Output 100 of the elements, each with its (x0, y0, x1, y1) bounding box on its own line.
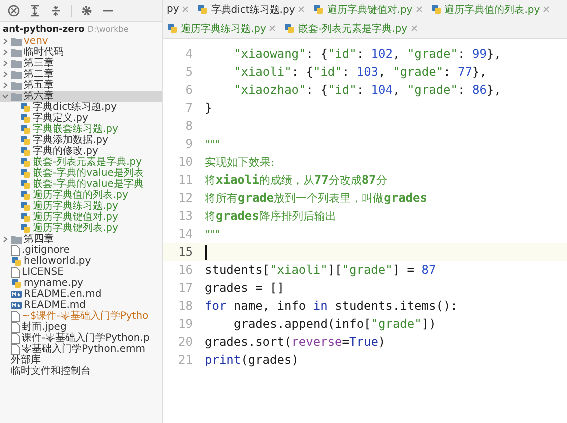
editor-tab[interactable]: 遍历字典键值对.py (309, 0, 427, 19)
line-number: 8 (184, 119, 194, 133)
project-name: ant-python-zero (3, 24, 85, 36)
tree-item[interactable]: myname.py (0, 278, 162, 289)
line-number: 5 (184, 65, 194, 79)
line-number: 20 (178, 335, 194, 349)
chevron-right-icon[interactable] (2, 82, 9, 89)
tree-item[interactable]: 字典dict练习题.py (0, 102, 162, 113)
markdown-file-icon (11, 300, 22, 311)
tree-item[interactable]: 零基础入门学Python.emm (0, 344, 162, 355)
python-file-icon (20, 146, 31, 157)
folder-icon (11, 37, 22, 46)
tree-item[interactable]: 嵌套-字典的value是列表 (0, 168, 162, 179)
line-number: 6 (184, 83, 194, 97)
tree-item[interactable]: 第六章 (0, 91, 162, 102)
folder-icon (11, 92, 22, 101)
tree-item[interactable]: 遍历字典键值对.py (0, 212, 162, 223)
file-icon (11, 311, 20, 322)
editor-tab[interactable]: py (163, 0, 194, 19)
code-line: grades.append(info["grade"]) (234, 317, 436, 331)
python-file-icon (20, 212, 31, 223)
tree-item[interactable]: README.en.md (0, 289, 162, 300)
python-file-icon (20, 179, 31, 190)
chevron-right-icon[interactable] (2, 71, 9, 78)
line-number: 15 (178, 245, 194, 259)
markdown-file-icon (11, 289, 22, 300)
settings-icon[interactable] (81, 4, 93, 16)
python-file-icon (313, 4, 324, 15)
tree-item[interactable]: 第二章 (0, 69, 162, 80)
code-line: for name, info in students.items(): (205, 299, 458, 313)
line-number: 4 (184, 47, 194, 61)
python-file-icon (20, 113, 31, 124)
editor-tab[interactable]: 遍历字典值的列表.py (426, 0, 554, 19)
editor-tab[interactable]: 嵌套-列表元素是字典.py (280, 19, 422, 38)
editor-tab[interactable]: 遍历字典练习题.py (163, 19, 280, 38)
tree-item[interactable]: .gitignore (0, 245, 162, 256)
python-file-icon (20, 201, 31, 212)
python-file-icon (167, 23, 178, 34)
tree-item[interactable]: LICENSE (0, 267, 162, 278)
collapse-all-icon[interactable] (50, 4, 62, 16)
line-number: 11 (178, 173, 194, 187)
tree-item[interactable]: 第五章 (0, 80, 162, 91)
tree-item[interactable]: 遍历字典值的列表.py (0, 190, 162, 201)
docstring-line: 将所有grade放到一个列表里，叫做grades (205, 190, 428, 206)
tree-item[interactable]: README.md (0, 300, 162, 311)
folder-icon (11, 70, 22, 79)
locate-icon[interactable] (8, 4, 20, 16)
tree-item[interactable]: 字典的修改.py (0, 146, 162, 157)
chevron-right-icon[interactable] (2, 49, 9, 56)
code-line: grades.sort(reverse=True) (205, 335, 386, 349)
project-path: D:\workbe (88, 24, 129, 36)
python-file-icon (20, 190, 31, 201)
folder-icon (11, 59, 22, 68)
docstring-line: 将xiaoli的成绩，从77分改成87分 (205, 172, 388, 188)
docstring-line: """ (205, 227, 220, 241)
line-number: 10 (178, 155, 194, 169)
tree-item[interactable]: 字典定义.py (0, 113, 162, 124)
tree-item[interactable]: 嵌套-字典的value是字典 (0, 179, 162, 190)
code-line: "xiaowang": {"id": 102, "grade": 99}, (234, 47, 502, 61)
python-file-icon (20, 157, 31, 168)
python-file-icon (11, 256, 22, 267)
tree-item[interactable]: 课件-零基础入门学Python.p (0, 333, 162, 344)
tree-item[interactable]: 遍历字典练习题.py (0, 201, 162, 212)
line-number: 9 (184, 137, 194, 151)
tree-item[interactable]: 字典嵌套练习题.py (0, 124, 162, 135)
chevron-right-icon[interactable] (2, 236, 9, 243)
file-icon (11, 267, 20, 278)
tree-item[interactable]: helloworld.py (0, 256, 162, 267)
line-number: 12 (178, 191, 194, 205)
line-number: 16 (178, 263, 194, 277)
line-number: 17 (178, 281, 194, 295)
tree-item[interactable]: 第四章 (0, 234, 162, 245)
tree-item[interactable]: 字典添加数据.py (0, 135, 162, 146)
file-icon (11, 333, 20, 344)
code-line: grades = [] (205, 281, 284, 295)
chevron-down-icon[interactable] (2, 93, 9, 100)
line-number: 21 (178, 353, 194, 367)
tree-item[interactable]: 第三章 (0, 58, 162, 69)
code-line: } (205, 101, 212, 115)
chevron-right-icon[interactable] (2, 38, 9, 45)
tree-item[interactable]: 嵌套-列表元素是字典.py (0, 157, 162, 168)
python-file-icon (197, 4, 208, 15)
tree-item[interactable]: 外部库 (0, 355, 162, 366)
line-number: 7 (184, 101, 194, 115)
code-line: print(grades) (205, 353, 299, 367)
tree-item[interactable]: 封面.jpeg (0, 322, 162, 333)
file-icon (11, 245, 20, 256)
line-number: 13 (178, 209, 194, 223)
tree-item[interactable]: 临时代码 (0, 47, 162, 58)
chevron-right-icon[interactable] (2, 60, 9, 67)
code-line: "xiaoli": {"id": 103, "grade": 77}, (234, 65, 487, 79)
line-number: 14 (178, 227, 194, 241)
expand-all-icon[interactable] (29, 4, 41, 16)
docstring-line: 实现如下效果: (205, 154, 275, 170)
python-file-icon (20, 223, 31, 234)
line-number: 18 (178, 299, 194, 313)
editor-tab[interactable]: 字典dict练习题.py (193, 0, 310, 19)
tree-item[interactable]: 临时文件和控制台 (0, 366, 162, 377)
python-file-icon (430, 4, 442, 15)
tree-item[interactable]: 遍历字典键列表.py (0, 223, 162, 234)
